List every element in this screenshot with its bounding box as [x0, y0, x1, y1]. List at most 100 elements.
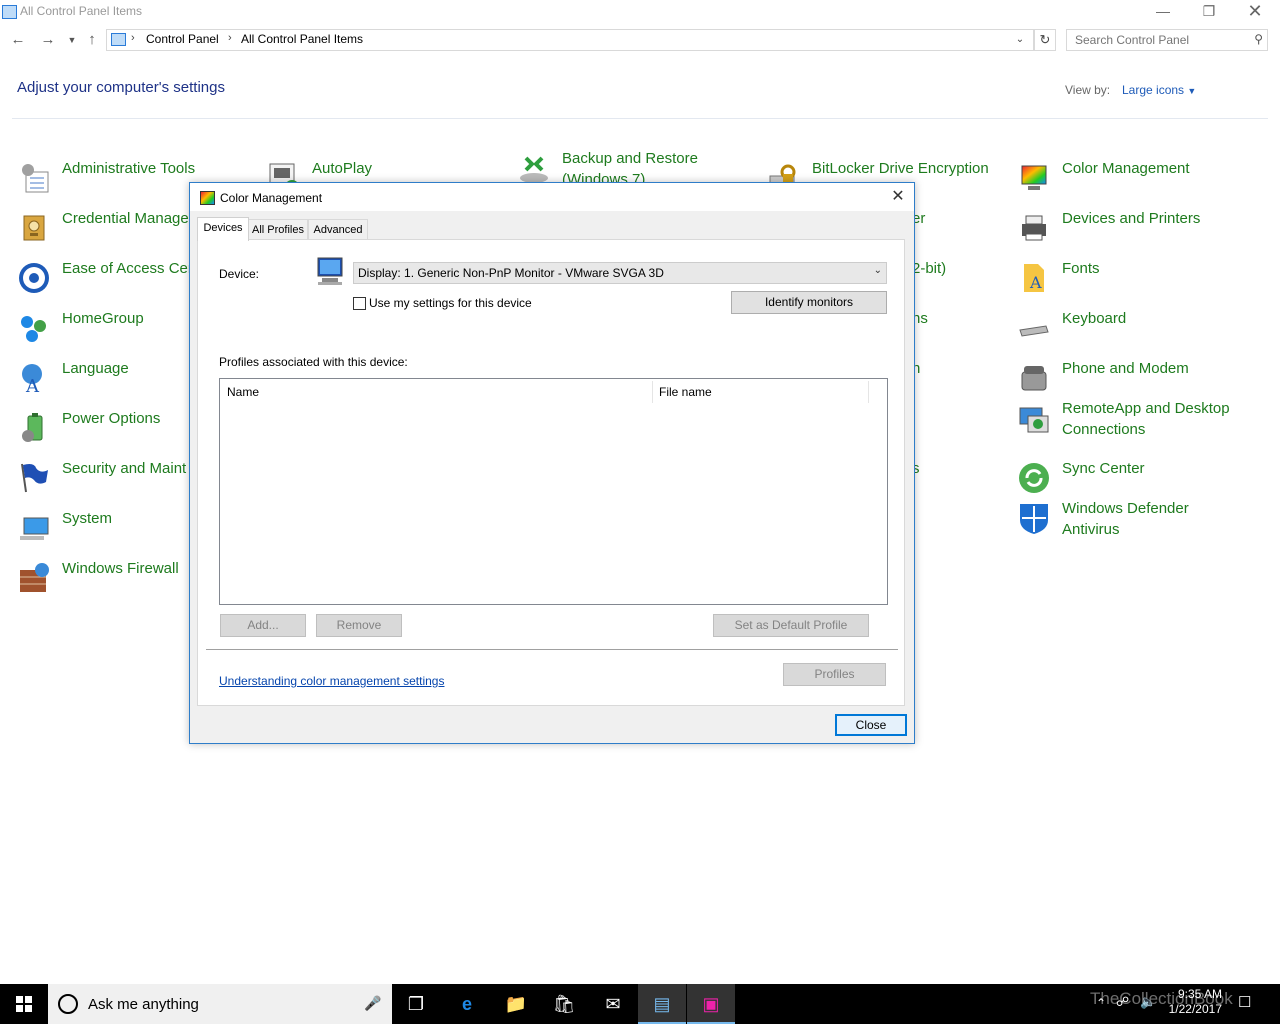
cp-item-phone-and-modem[interactable]: Phone and Modem — [1018, 358, 1218, 398]
control-panel-icon — [2, 5, 17, 19]
close-icon[interactable]: ✕ — [1232, 0, 1278, 24]
volume-icon[interactable]: 🔈 — [1140, 994, 1156, 1010]
search-icon[interactable]: ⚲ — [1254, 32, 1263, 46]
breadcrumb-control-panel[interactable]: Control Panel — [146, 32, 219, 46]
color-management-icon — [1021, 165, 1047, 190]
cp-item-label: Power Options — [62, 410, 161, 427]
cp-item-sync-center[interactable]: Sync Center — [1018, 458, 1218, 498]
windows-start-icon[interactable] — [0, 984, 48, 1024]
printer-icon — [1022, 215, 1046, 241]
column-divider[interactable] — [868, 381, 869, 403]
up-arrow-icon[interactable]: ↑ — [82, 30, 102, 50]
divider — [206, 649, 898, 650]
breadcrumb-all-items[interactable]: All Control Panel Items — [241, 32, 363, 46]
homegroup-icon — [21, 316, 46, 342]
cp-item-credential-manager[interactable]: Credential Manage — [18, 208, 190, 248]
chevron-down-icon: ⌄ — [873, 265, 882, 276]
profiles-button[interactable]: Profiles — [783, 663, 886, 686]
tab-all-profiles[interactable]: All Profiles — [248, 219, 308, 240]
device-select[interactable]: Display: 1. Generic Non-PnP Monitor - VM… — [353, 262, 887, 284]
color-management-icon — [200, 191, 215, 205]
control-panel-taskbar-icon[interactable]: ▤ — [638, 984, 686, 1024]
sync-icon — [1019, 463, 1049, 493]
search-box[interactable]: ⚲ — [1066, 29, 1268, 51]
cp-item-backup-and-restore[interactable]: Backup and Restore (Windows 7) — [518, 148, 718, 184]
monitor-icon — [317, 257, 343, 285]
identify-monitors-button[interactable]: Identify monitors — [731, 291, 887, 314]
notification-icon[interactable]: ☐ — [1238, 993, 1251, 1011]
tab-devices[interactable]: Devices — [197, 217, 249, 241]
restore-icon[interactable]: ❐ — [1186, 0, 1232, 24]
set-default-profile-button[interactable]: Set as Default Profile — [713, 614, 869, 637]
show-hidden-icons-icon[interactable]: ⌃ — [1096, 996, 1106, 1010]
add-button[interactable]: Add... — [220, 614, 306, 637]
view-by-dropdown[interactable]: Large icons ▼ — [1122, 83, 1196, 97]
task-view-icon[interactable]: ❐ — [392, 984, 440, 1024]
ease-of-access-icon — [19, 263, 49, 293]
file-explorer-icon[interactable]: 📁 — [492, 984, 540, 1024]
cp-item-remoteapp[interactable]: RemoteApp and Desktop Connections — [1018, 398, 1258, 442]
cp-item-windows-firewall[interactable]: Windows Firewall — [18, 558, 208, 598]
chevron-down-icon: ▼ — [1187, 86, 1197, 96]
profiles-label: Profiles associated with this device: — [219, 355, 408, 369]
svg-text:A: A — [1029, 273, 1042, 292]
chevron-down-icon[interactable]: ⌄ — [1010, 30, 1030, 50]
cp-item-label: Backup and Restore (Windows 7) — [562, 150, 698, 184]
cp-item-security-and-maintenance[interactable]: Security and Maint — [18, 458, 190, 498]
clock[interactable]: 9:35 AM 1/22/2017 — [1160, 987, 1222, 1017]
color-management-dialog: Color Management ✕ Devices All Profiles … — [189, 182, 915, 744]
svg-text:A: A — [25, 376, 40, 394]
cp-item-power-options[interactable]: Power Options — [18, 408, 190, 448]
dialog-titlebar[interactable]: Color Management ✕ — [190, 183, 914, 211]
cp-item-windows-defender[interactable]: Windows Defender Antivirus — [1018, 498, 1218, 542]
window-titlebar: All Control Panel Items — ❐ ✕ — [0, 0, 1280, 24]
close-button[interactable]: Close — [835, 714, 907, 736]
cp-item-label: Security and Maint — [62, 460, 187, 477]
firewall-icon — [20, 563, 49, 592]
dialog-title: Color Management — [220, 191, 323, 205]
cp-item-homegroup[interactable]: HomeGroup — [18, 308, 190, 348]
network-icon[interactable]: ☍ — [1116, 994, 1129, 1010]
column-header-file-name[interactable]: File name — [659, 385, 712, 399]
edge-icon[interactable]: e — [443, 984, 491, 1024]
cp-item-label: 2-bit) — [912, 260, 947, 277]
chevron-right-icon: › — [131, 32, 135, 44]
phone-icon — [1021, 366, 1047, 391]
address-bar[interactable]: › Control Panel › All Control Panel Item… — [106, 29, 1034, 51]
tab-advanced[interactable]: Advanced — [308, 219, 368, 240]
minimize-icon[interactable]: — — [1140, 0, 1186, 24]
cp-item-language[interactable]: A Language — [18, 358, 190, 398]
cp-item-label: RemoteApp and Desktop Connections — [1062, 400, 1230, 438]
recent-chevron-icon[interactable]: ▼ — [62, 30, 82, 50]
keyboard-icon — [1019, 325, 1049, 337]
chevron-right-icon: › — [228, 32, 232, 44]
column-divider[interactable] — [652, 381, 653, 403]
column-header-name[interactable]: Name — [227, 385, 259, 399]
cp-item-label: Ease of Access Cer — [62, 260, 193, 277]
cp-item-keyboard[interactable]: Keyboard — [1018, 308, 1218, 348]
back-arrow-icon[interactable]: ← — [8, 30, 28, 50]
view-by-label: View by: — [1065, 83, 1111, 97]
cp-item-devices-and-printers[interactable]: Devices and Printers — [1018, 208, 1218, 248]
microphone-icon[interactable]: 🎤 — [364, 995, 381, 1012]
taskbar: Ask me anything 🎤 ❐ e 📁 🛍 ✉ ▤ ▣ TheColle… — [0, 984, 1280, 1024]
refresh-icon[interactable]: ↻ — [1034, 29, 1056, 51]
mail-icon[interactable]: ✉ — [589, 984, 637, 1024]
cp-item-administrative-tools[interactable]: Administrative Tools — [18, 158, 208, 198]
cp-item-system[interactable]: System — [18, 508, 190, 548]
forward-arrow-icon[interactable]: → — [38, 30, 58, 50]
cp-item-color-management[interactable]: Color Management — [1018, 158, 1218, 198]
cp-item-fonts[interactable]: A Fonts — [1018, 258, 1218, 298]
cp-item-ease-of-access[interactable]: Ease of Access Cer — [18, 258, 193, 298]
cp-item-label: Sync Center — [1062, 460, 1145, 477]
use-my-settings-label: Use my settings for this device — [369, 296, 532, 310]
store-icon[interactable]: 🛍 — [540, 984, 588, 1024]
close-icon[interactable]: ✕ — [888, 187, 908, 207]
remove-button[interactable]: Remove — [316, 614, 402, 637]
search-input[interactable] — [1073, 31, 1247, 49]
use-my-settings-checkbox[interactable] — [353, 297, 366, 310]
profiles-list[interactable]: Name File name — [219, 378, 888, 605]
understanding-color-management-link[interactable]: Understanding color management settings — [219, 674, 444, 688]
cortana-search-box[interactable]: Ask me anything 🎤 — [48, 984, 392, 1024]
color-management-taskbar-icon[interactable]: ▣ — [687, 984, 735, 1024]
